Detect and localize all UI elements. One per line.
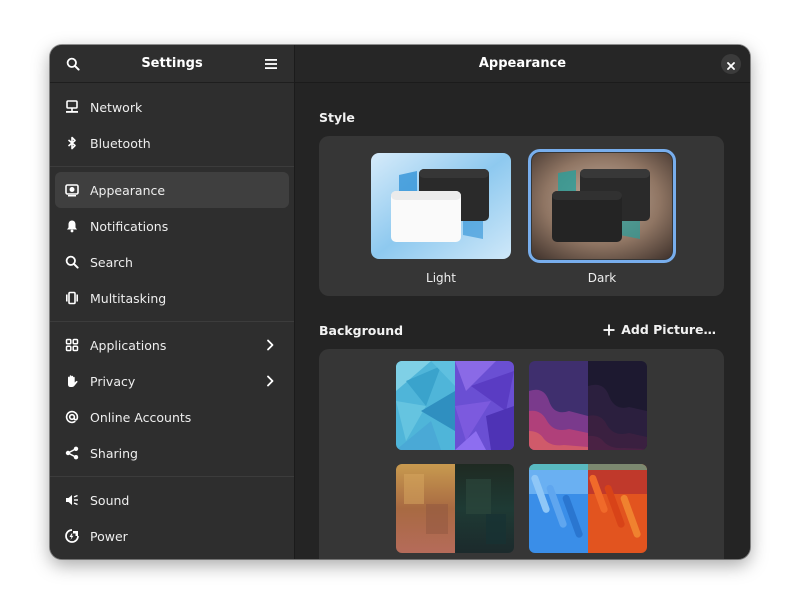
chevron-right-icon	[263, 338, 277, 352]
sidebar-divider	[50, 321, 294, 322]
sidebar-item-appearance[interactable]: Appearance	[55, 172, 289, 208]
sidebar-item-privacy[interactable]: Privacy	[55, 363, 289, 399]
multitasking-icon	[64, 290, 80, 306]
page-title: Appearance	[478, 56, 567, 71]
sidebar-item-sound[interactable]: Sound	[55, 482, 289, 518]
main-header: Appearance	[295, 45, 750, 83]
sidebar-title: Settings	[141, 56, 203, 71]
sidebar-item-label: Search	[90, 254, 133, 270]
sidebar-item-label: Applications	[90, 337, 167, 353]
sidebar-item-notifications[interactable]: Notifications	[55, 208, 289, 244]
style-option-light[interactable]: Light	[371, 153, 511, 285]
sidebar-item-label: Sound	[90, 492, 130, 508]
close-icon	[727, 55, 735, 74]
sidebar-item-label: Power	[90, 528, 128, 544]
dark-style-preview	[528, 149, 676, 263]
plus-icon	[603, 324, 615, 336]
appearance-icon	[64, 182, 80, 198]
background-section-label: Background	[319, 323, 404, 338]
sidebar-item-label: Privacy	[90, 373, 136, 389]
sidebar-item-label: Sharing	[90, 445, 138, 461]
power-plug-icon	[64, 528, 80, 544]
chevron-right-icon	[263, 374, 277, 388]
search-icon[interactable]	[62, 53, 84, 75]
style-option-dark[interactable]: Dark	[528, 149, 676, 285]
style-section-label: Style	[319, 110, 355, 125]
sidebar-item-multitasking[interactable]: Multitasking	[55, 280, 289, 316]
sidebar-item-search[interactable]: Search	[55, 244, 289, 280]
background-gallery	[319, 349, 724, 559]
style-option-label: Light	[426, 271, 456, 285]
speaker-icon	[64, 492, 80, 508]
sidebar-item-bluetooth[interactable]: Bluetooth	[55, 125, 289, 161]
sidebar-item-online-accounts[interactable]: Online Accounts	[55, 399, 289, 435]
hamburger-menu-icon[interactable]	[260, 53, 282, 75]
sidebar-item-sharing[interactable]: Sharing	[55, 435, 289, 471]
sidebar: Settings Network Bluetooth Appearance No…	[50, 45, 295, 559]
style-option-label: Dark	[587, 271, 617, 285]
share-icon	[64, 445, 80, 461]
search-icon	[64, 254, 80, 270]
light-style-preview	[371, 153, 511, 259]
at-sign-icon	[64, 409, 80, 425]
sidebar-item-label: Network	[90, 99, 143, 115]
main-content: Appearance Style Light Dark Background A…	[295, 45, 750, 559]
sidebar-item-label: Online Accounts	[90, 409, 192, 425]
bell-icon	[64, 218, 80, 234]
network-wired-icon	[64, 99, 80, 115]
sidebar-item-applications[interactable]: Applications	[55, 327, 289, 363]
hand-icon	[64, 373, 80, 389]
bluetooth-icon	[64, 135, 80, 151]
style-chooser: Light Dark	[319, 136, 724, 296]
sidebar-item-label: Bluetooth	[90, 135, 151, 151]
add-picture-label: Add Picture…	[621, 322, 716, 337]
wallpaper-thumbnail[interactable]	[529, 361, 647, 450]
sidebar-item-label: Appearance	[90, 182, 166, 198]
wallpaper-thumbnail[interactable]	[529, 464, 647, 553]
add-picture-button[interactable]: Add Picture…	[603, 322, 716, 337]
grid-icon	[64, 337, 80, 353]
sidebar-item-power[interactable]: Power	[55, 518, 289, 554]
settings-window: Settings Network Bluetooth Appearance No…	[50, 45, 750, 559]
close-button[interactable]	[721, 54, 741, 74]
sidebar-item-label: Multitasking	[90, 290, 167, 306]
wallpaper-thumbnail[interactable]	[396, 361, 514, 450]
sidebar-divider	[50, 476, 294, 477]
sidebar-list: Network Bluetooth Appearance Notificatio…	[50, 83, 294, 554]
sidebar-header: Settings	[50, 45, 294, 83]
sidebar-item-network[interactable]: Network	[55, 89, 289, 125]
sidebar-divider	[50, 166, 294, 167]
sidebar-item-label: Notifications	[90, 218, 169, 234]
wallpaper-thumbnail[interactable]	[396, 464, 514, 553]
